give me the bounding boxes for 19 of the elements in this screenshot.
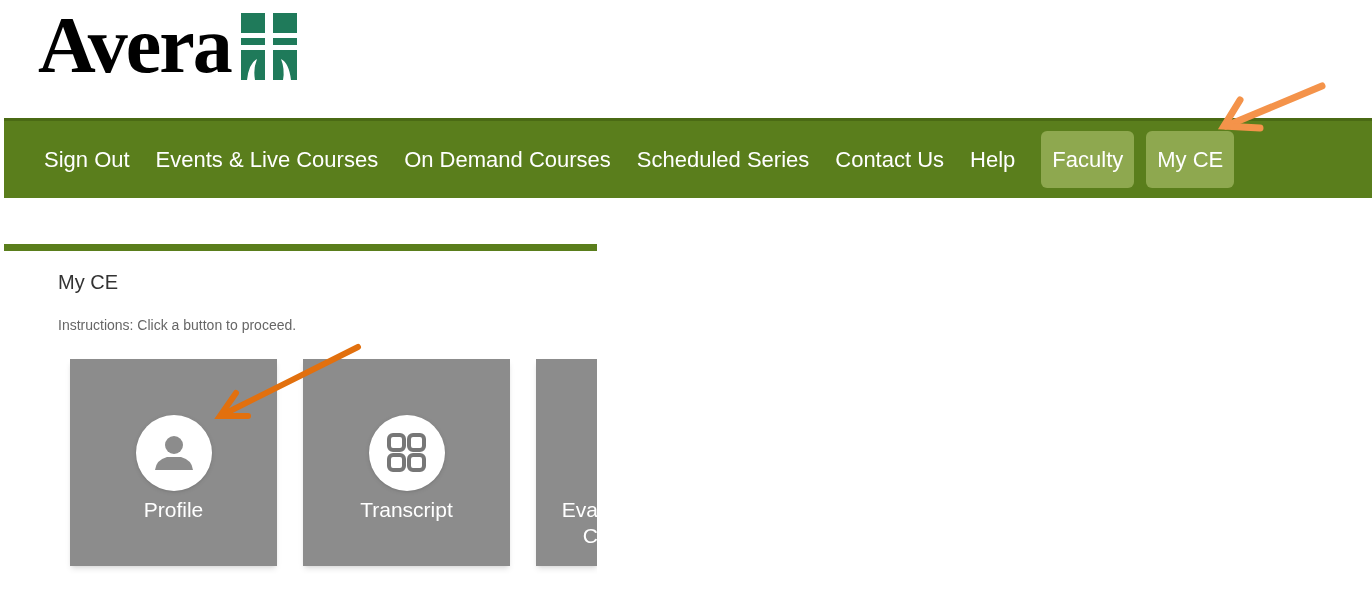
nav-link[interactable]: Events & Live Courses (155, 143, 379, 176)
menu-tile[interactable]: Transcript (303, 359, 510, 566)
panel-title: My CE (58, 270, 118, 295)
nav-link[interactable]: Faculty (1041, 131, 1135, 188)
menu-tile[interactable]: Profile (70, 359, 277, 566)
logo-emblem-icon (240, 13, 297, 80)
nav-link[interactable]: On Demand Courses (404, 143, 611, 176)
tile-label: Profile (143, 497, 204, 523)
nav-link[interactable]: My CE (1146, 131, 1235, 188)
instructions-text: Instructions: Click a button to proceed. (58, 316, 297, 335)
tile-label: C (582, 523, 597, 549)
person-icon (135, 415, 212, 491)
nav-link[interactable]: Help (970, 143, 1016, 176)
logo-wordmark: Avera (38, 10, 231, 80)
nav-link[interactable]: Contact Us (835, 143, 945, 176)
tile-label: Transcript (360, 497, 453, 523)
nav-link[interactable]: Sign Out (44, 143, 130, 176)
grid-icon (368, 415, 445, 491)
nav-link[interactable]: Scheduled Series (636, 143, 810, 176)
